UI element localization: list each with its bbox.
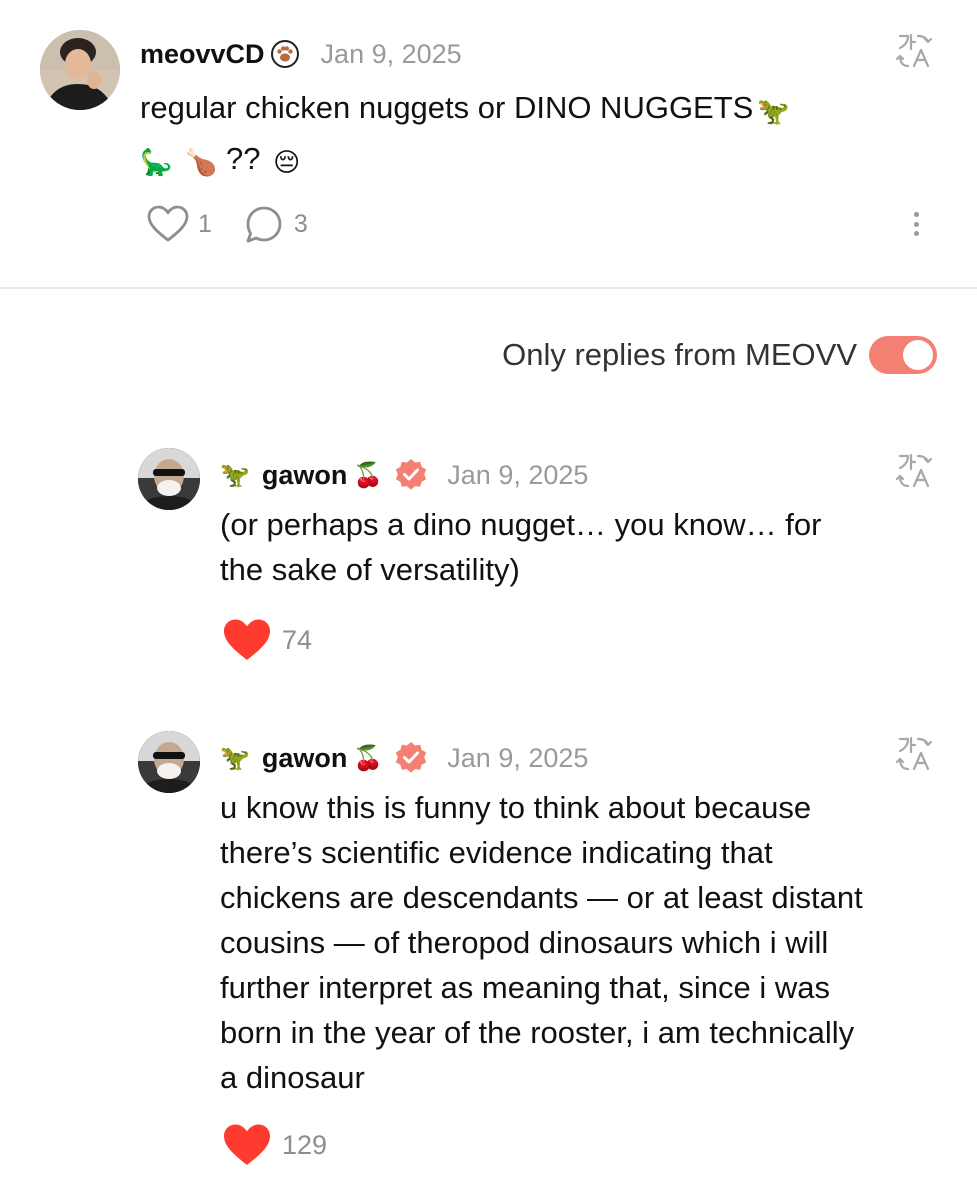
- thread-view: meovvCD Jan 9, 2025 regular chicken nugg…: [0, 0, 977, 1200]
- avatar-image: [138, 731, 200, 793]
- avatar-image: [40, 30, 120, 110]
- cherry-emoji: 🍒: [353, 461, 384, 489]
- like-count: 1: [198, 209, 212, 238]
- like-count: 74: [282, 624, 313, 655]
- avatar[interactable]: [138, 731, 200, 793]
- trex-emoji: 🦖: [757, 96, 790, 126]
- post-body: regular chicken nuggets or DINO NUGGETS 🦖…: [140, 84, 860, 186]
- reply-username[interactable]: gawon: [262, 460, 348, 491]
- filter-toggle[interactable]: [869, 336, 937, 374]
- more-options-icon[interactable]: [906, 208, 926, 240]
- post-actions: 1 3: [146, 202, 308, 246]
- reply-filter: Only replies from MEOVV: [502, 334, 937, 376]
- verified-badge-icon: [393, 457, 429, 493]
- avatar[interactable]: [138, 448, 200, 510]
- filter-label: Only replies from MEOVV: [502, 337, 857, 372]
- cherry-emoji: 🍒: [353, 744, 384, 772]
- translate-icon[interactable]: [895, 32, 936, 70]
- heart-outline-icon: [147, 205, 189, 242]
- translate-icon[interactable]: [895, 735, 936, 773]
- reply-date: Jan 9, 2025: [447, 742, 589, 773]
- post-header: meovvCD Jan 9, 2025: [140, 36, 462, 72]
- avatar-image: [138, 448, 200, 510]
- like-button[interactable]: 74: [222, 616, 312, 664]
- verified-badge-icon: [393, 740, 429, 776]
- reply-body: u know this is funny to think about beca…: [220, 790, 863, 1095]
- post-date: Jan 9, 2025: [320, 38, 462, 69]
- toggle-knob: [903, 340, 933, 370]
- reply-body: (or perhaps a dino nugget… you know… for…: [220, 507, 822, 587]
- reply-header: 🦖 gawon 🍒 Jan 9, 2025: [220, 739, 588, 777]
- translate-icon[interactable]: [895, 452, 936, 490]
- like-count: 129: [282, 1129, 328, 1160]
- comment-bubble-icon: [246, 206, 282, 243]
- trex-emoji: 🦖: [220, 461, 250, 489]
- reply-username[interactable]: gawon: [262, 743, 348, 774]
- sauropod-emoji: 🦕: [140, 147, 173, 177]
- like-button[interactable]: 129: [222, 1121, 327, 1169]
- like-button[interactable]: 1: [146, 204, 212, 244]
- more-dot: [913, 212, 919, 217]
- trex-emoji: 🦖: [220, 744, 250, 772]
- more-dot: [913, 221, 919, 227]
- reply-date: Jan 9, 2025: [447, 459, 589, 490]
- pensive-emoji: 😔: [273, 147, 301, 177]
- post-text-line1: regular chicken nuggets or DINO NUGGETS: [140, 90, 754, 125]
- divider: [0, 287, 977, 289]
- heart-filled-icon: [224, 619, 270, 660]
- more-dot: [913, 231, 919, 236]
- paw-icon: [270, 40, 299, 68]
- avatar[interactable]: [40, 30, 120, 110]
- heart-filled-icon: [224, 1124, 270, 1165]
- reply-count: 3: [293, 209, 308, 238]
- main-post: meovvCD Jan 9, 2025 regular chicken nugg…: [0, 0, 977, 288]
- post-username[interactable]: meovvCD: [140, 39, 265, 70]
- reply-header: 🦖 gawon 🍒 Jan 9, 2025: [220, 456, 588, 494]
- reply-button[interactable]: 3: [242, 202, 308, 246]
- poultry-leg-emoji: 🍗: [185, 147, 218, 177]
- post-text-question: ??: [226, 141, 261, 176]
